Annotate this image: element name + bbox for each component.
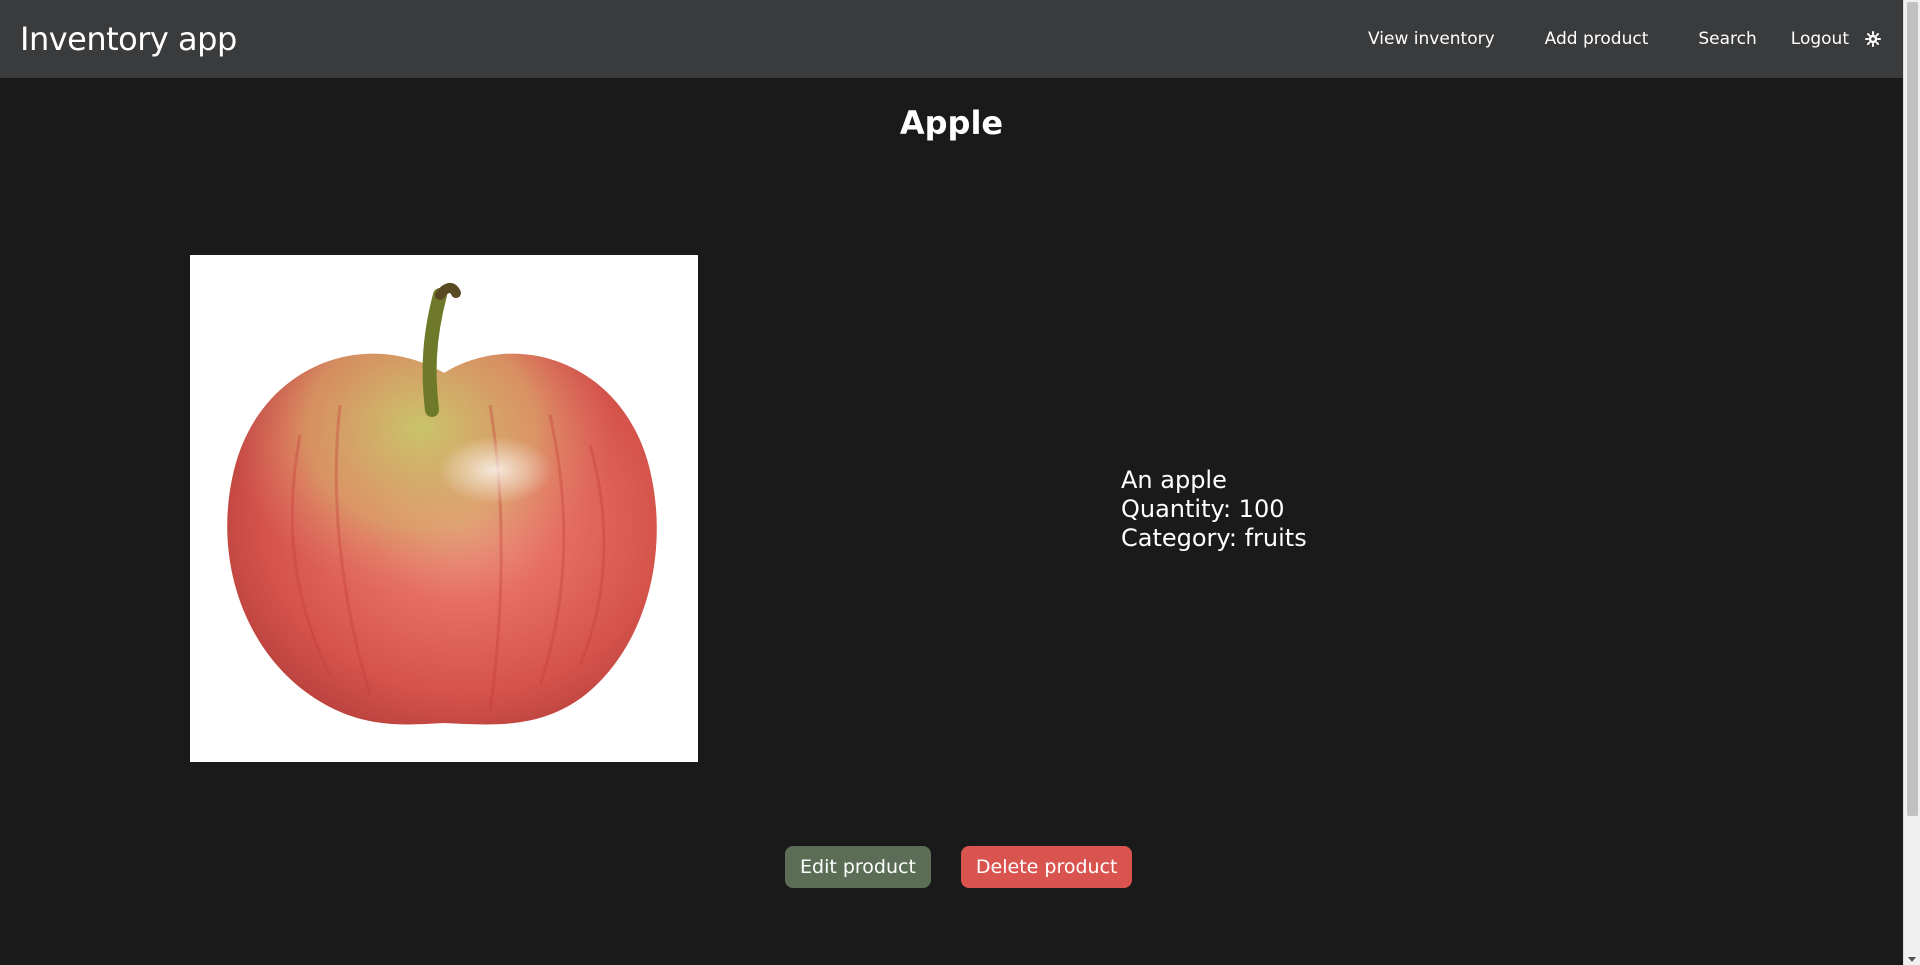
product-image (190, 255, 698, 762)
nav-add-product[interactable]: Add product (1545, 29, 1649, 49)
nav-logout[interactable]: Logout (1791, 29, 1849, 49)
top-navbar: Inventory app View inventory Add product… (0, 0, 1903, 78)
nav-links: View inventory Add product Search Logout (1368, 29, 1883, 49)
scroll-down-arrow-icon[interactable] (1908, 957, 1916, 962)
nav-view-inventory[interactable]: View inventory (1368, 29, 1495, 49)
product-description: An apple (1121, 466, 1227, 494)
vertical-scrollbar[interactable] (1903, 0, 1920, 965)
nav-search[interactable]: Search (1698, 29, 1756, 49)
product-actions: Edit product Delete product (785, 846, 1133, 888)
product-category: Category: fruits (1121, 524, 1307, 552)
scrollbar-thumb[interactable] (1907, 2, 1918, 816)
delete-product-button[interactable]: Delete product (960, 846, 1133, 888)
edit-product-button[interactable]: Edit product (785, 846, 931, 888)
theme-toggle-button[interactable] (1863, 29, 1883, 49)
product-title: Apple (899, 104, 1004, 142)
product-details: An apple Quantity: 100 Category: fruits (1121, 466, 1307, 553)
product-quantity: Quantity: 100 (1121, 495, 1285, 523)
apple-image (227, 283, 657, 725)
app-brand[interactable]: Inventory app (20, 20, 237, 58)
page: Inventory app View inventory Add product… (0, 0, 1920, 965)
gear-icon (1865, 31, 1881, 47)
